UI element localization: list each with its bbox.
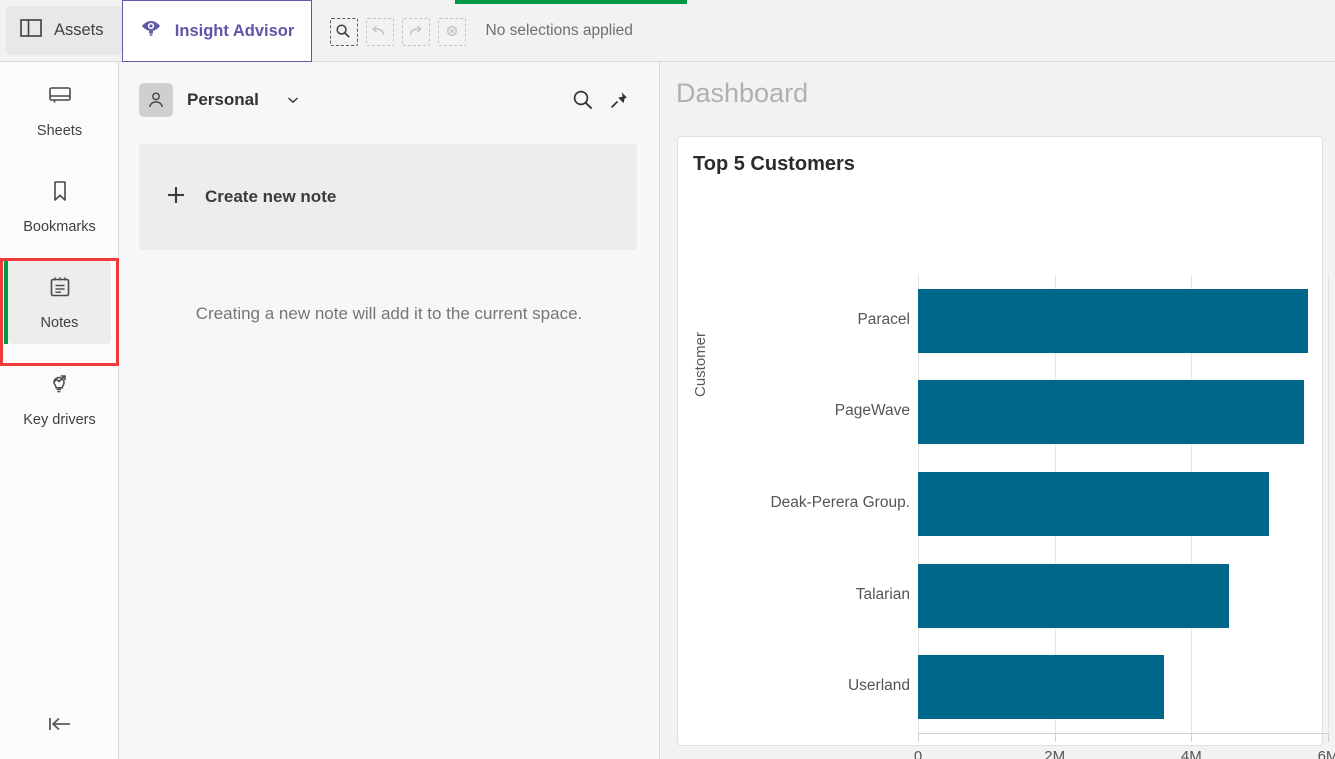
x-axis-tick xyxy=(1328,733,1329,742)
panel-layout-icon xyxy=(20,19,42,42)
selection-toolbar: No selections applied xyxy=(312,0,633,61)
app-root: Assets Insight Advisor No selections app… xyxy=(0,0,1335,759)
plus-icon xyxy=(165,184,187,211)
notes-empty-hint: Creating a new note will add it to the c… xyxy=(195,304,583,323)
tab-insight-advisor-label: Insight Advisor xyxy=(174,21,295,40)
sidebar-item-label: Sheets xyxy=(36,122,83,139)
notes-panel: Personal Create new note Creating a new … xyxy=(119,62,660,759)
notes-panel-header: Personal xyxy=(119,62,659,138)
chevron-down-icon[interactable] xyxy=(285,92,301,108)
x-axis-line xyxy=(918,733,1328,734)
space-name-label: Personal xyxy=(187,90,259,109)
y-axis-category-label[interactable]: Talarian xyxy=(710,586,910,604)
bar[interactable] xyxy=(918,288,1308,353)
left-rail: Sheets Bookmarks Notes Key drivers xyxy=(0,62,119,759)
x-gridline xyxy=(1328,275,1329,733)
bar[interactable] xyxy=(918,380,1305,445)
x-axis-tick-label: 0 xyxy=(913,748,923,759)
sidebar-item-notes[interactable]: Notes xyxy=(0,254,119,350)
person-icon xyxy=(139,83,173,117)
undo-selection-icon[interactable] xyxy=(364,16,394,46)
y-axis-category-label[interactable]: PageWave xyxy=(710,402,910,420)
create-new-note-button[interactable]: Create new note xyxy=(139,144,637,250)
create-new-note-label: Create new note xyxy=(205,187,337,206)
x-axis-tick-label: 2M xyxy=(1044,748,1066,759)
x-axis-tick xyxy=(1191,733,1193,742)
page-title: Dashboard xyxy=(676,78,809,108)
dashboard-area: Dashboard Top 5 Customers Customer Sum(S… xyxy=(660,62,1335,759)
y-axis-category-label[interactable]: Deak-Perera Group. xyxy=(710,494,910,512)
no-selections-text: No selections applied xyxy=(485,21,633,39)
collapse-left-icon xyxy=(43,714,77,739)
active-sheet-indicator xyxy=(455,0,687,4)
assets-label: Assets xyxy=(54,21,104,39)
sidebar-item-sheets[interactable]: Sheets xyxy=(0,62,119,158)
sidebar-item-label: Notes xyxy=(40,314,79,331)
bar[interactable] xyxy=(918,471,1269,537)
y-axis-category-label[interactable]: Userland xyxy=(710,677,910,695)
selection-search-icon[interactable] xyxy=(328,16,358,46)
y-axis-label: Customer xyxy=(692,331,709,397)
bar-chart-plot[interactable]: Customer Sum(Sales) 02M4M6MParacelPageWa… xyxy=(678,137,1335,759)
sheets-icon xyxy=(47,82,73,113)
x-axis-tick-label: 6M xyxy=(1317,748,1335,759)
redo-selection-icon[interactable] xyxy=(400,16,430,46)
top-toolbar: Assets Insight Advisor No selections app… xyxy=(0,0,1335,62)
sidebar-item-bookmarks[interactable]: Bookmarks xyxy=(0,158,119,254)
pin-icon[interactable] xyxy=(601,82,637,118)
sidebar-item-label: Bookmarks xyxy=(23,218,96,235)
bookmark-icon xyxy=(47,178,73,209)
sidebar-item-key-drivers[interactable]: Key drivers xyxy=(0,350,119,446)
x-axis-tick-label: 4M xyxy=(1180,748,1202,759)
bar[interactable] xyxy=(918,563,1229,628)
x-axis-tick xyxy=(1054,733,1056,742)
tab-insight-advisor[interactable]: Insight Advisor xyxy=(121,0,312,62)
search-icon[interactable] xyxy=(565,82,601,118)
y-axis-category-label[interactable]: Paracel xyxy=(710,311,910,329)
eye-bulb-icon xyxy=(139,17,163,46)
assets-button[interactable]: Assets xyxy=(6,6,122,55)
key-drivers-icon xyxy=(46,369,74,402)
x-axis-tick xyxy=(918,733,919,742)
notes-icon xyxy=(47,274,73,305)
bar[interactable] xyxy=(918,655,1164,720)
sidebar-item-label: Key drivers xyxy=(23,411,96,428)
clear-selections-icon[interactable] xyxy=(436,16,466,46)
collapse-panel-button[interactable] xyxy=(0,705,119,747)
chart-card[interactable]: Top 5 Customers Customer Sum(Sales) 02M4… xyxy=(677,136,1335,759)
